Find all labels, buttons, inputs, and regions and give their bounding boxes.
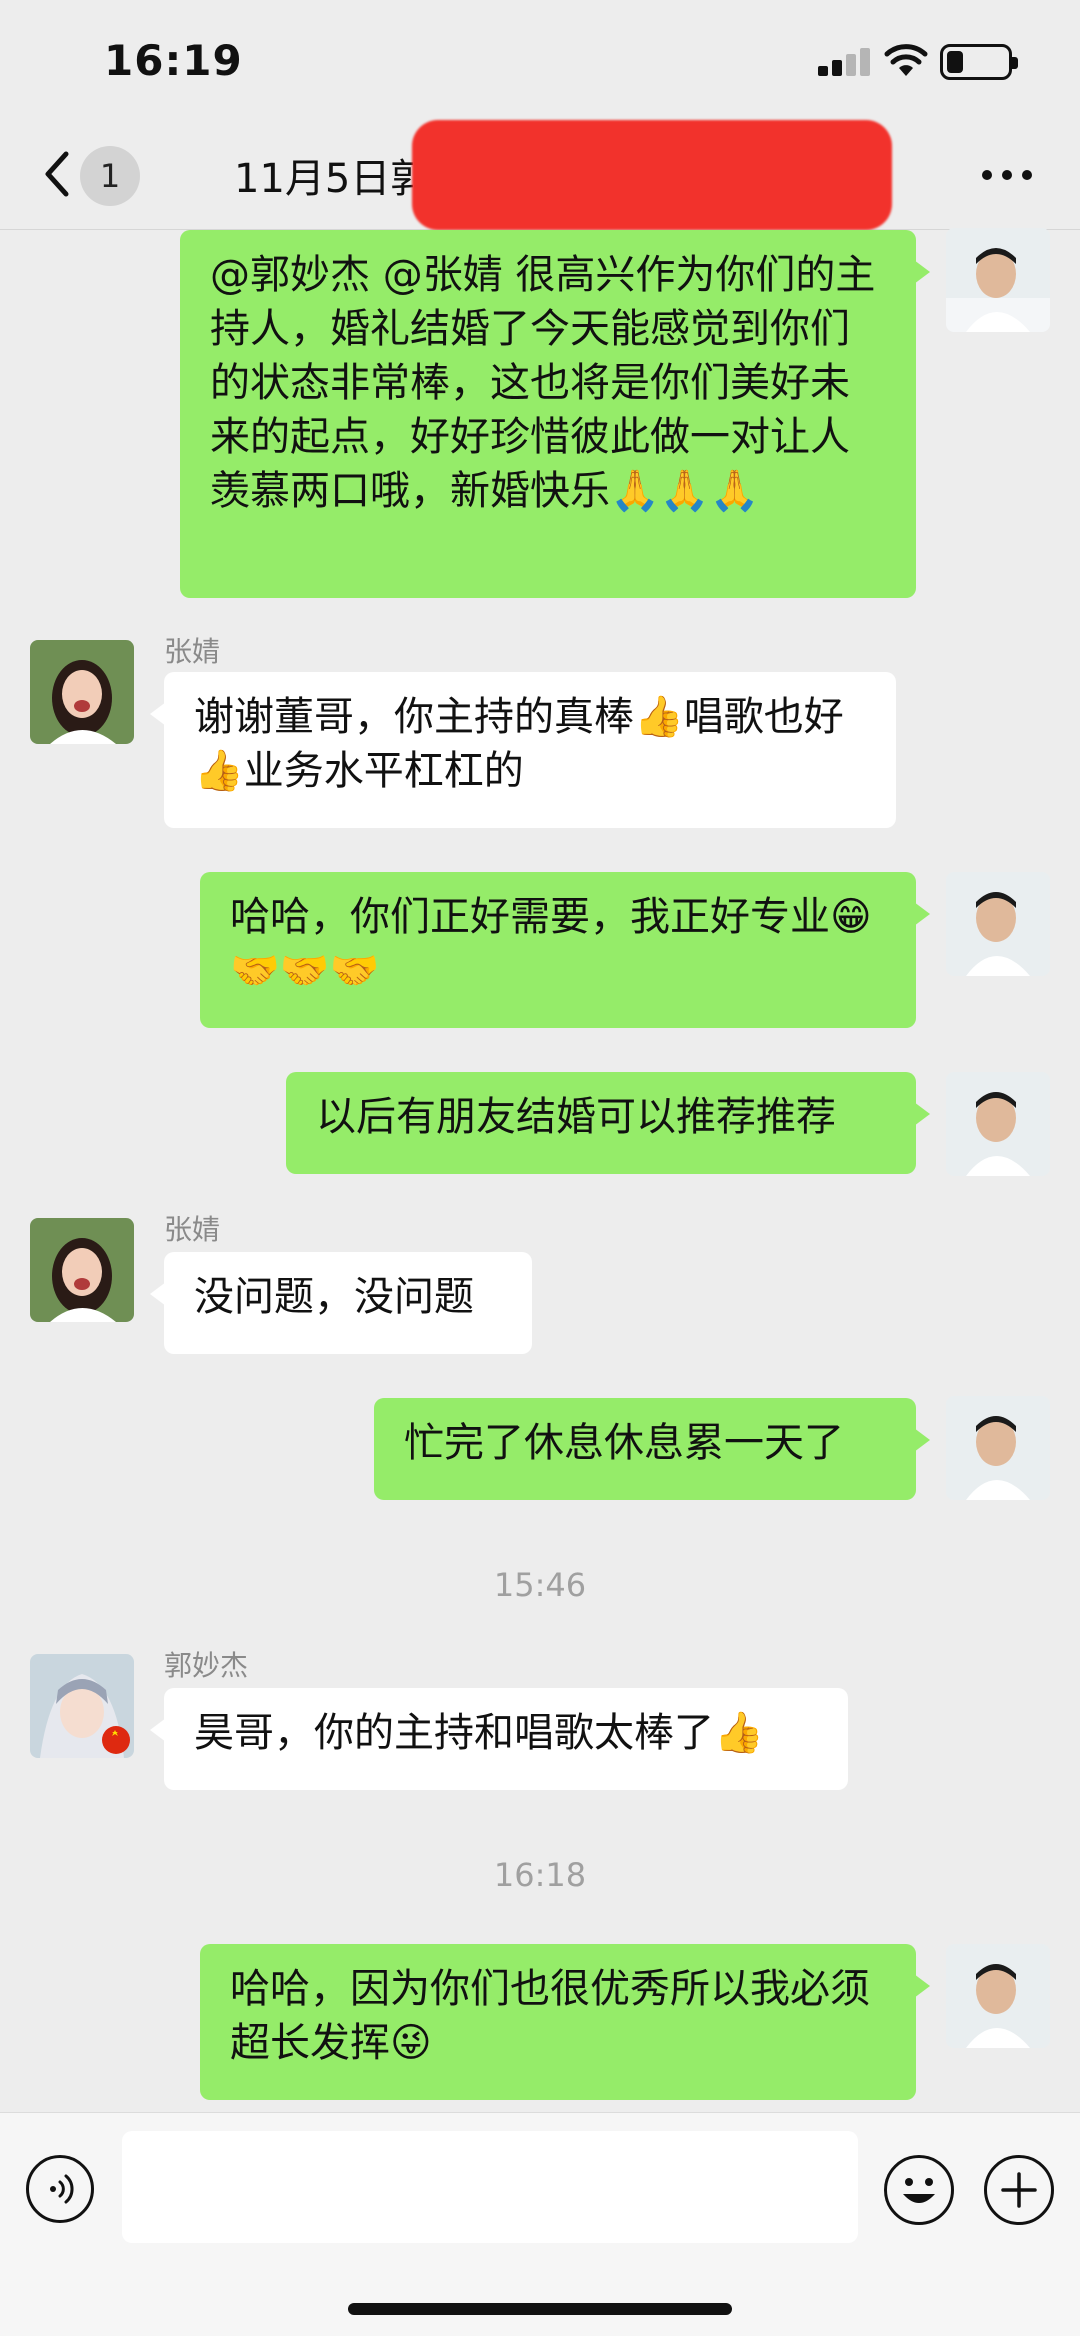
my-message-bubble[interactable]: 哈哈，你们正好需要，我正好专业😁🤝🤝🤝 (200, 872, 930, 1028)
my-avatar[interactable] (946, 1396, 1050, 1500)
my-avatar[interactable] (946, 1944, 1050, 2048)
contact-message-bubble[interactable]: 没问题，没问题 (150, 1252, 532, 1354)
battery-icon (940, 44, 1018, 80)
voice-icon[interactable] (26, 2155, 94, 2223)
my-avatar[interactable] (946, 872, 1050, 976)
chat-input-bar (0, 2112, 1080, 2336)
unread-count-badge[interactable]: 1 (80, 146, 140, 206)
chat-title: 11月5日郭 (234, 156, 431, 202)
sender-name: 张婧 (164, 1213, 221, 1246)
more-dots-icon[interactable] (980, 164, 1036, 184)
contact-message-bubble[interactable]: 谢谢董哥，你主持的真棒👍唱歌也好👍业务水平杠杠的 (150, 672, 896, 828)
status-time: 16:19 (104, 36, 243, 85)
redaction-mark (412, 120, 892, 230)
sender-name: 张婧 (164, 635, 221, 668)
chat-header: 1 11月5日郭 (0, 120, 1080, 230)
chat-timestamp: 16:18 (493, 1856, 587, 1894)
contact-avatar[interactable] (30, 1654, 134, 1758)
chat-timestamp: 15:46 (493, 1566, 587, 1604)
my-avatar[interactable] (946, 1072, 1050, 1176)
wifi-icon (884, 44, 928, 76)
signal-icon (818, 48, 870, 76)
home-indicator (348, 2303, 732, 2315)
message-input[interactable] (122, 2131, 858, 2243)
my-message-bubble[interactable]: @郭妙杰 @张婧 很高兴作为你们的主持人，婚礼结婚了今天能感觉到你们的状态非常棒… (180, 230, 930, 598)
my-message-bubble[interactable]: 以后有朋友结婚可以推荐推荐 (286, 1072, 930, 1174)
my-avatar[interactable] (946, 228, 1050, 332)
plus-icon[interactable] (984, 2155, 1054, 2225)
my-message-bubble[interactable]: 忙完了休息休息累一天了 (374, 1398, 930, 1500)
contact-avatar[interactable] (30, 1218, 134, 1322)
status-bar: 16:19 (0, 0, 1080, 120)
contact-avatar[interactable] (30, 640, 134, 744)
emoji-icon[interactable] (884, 2155, 954, 2225)
contact-message-bubble[interactable]: 昊哥，你的主持和唱歌太棒了👍 (150, 1688, 848, 1790)
sender-name: 郭妙杰 (164, 1649, 249, 1682)
my-message-bubble[interactable]: 哈哈，因为你们也很优秀所以我必须超长发挥😜 (200, 1944, 930, 2100)
chevron-left-icon[interactable] (36, 144, 76, 204)
